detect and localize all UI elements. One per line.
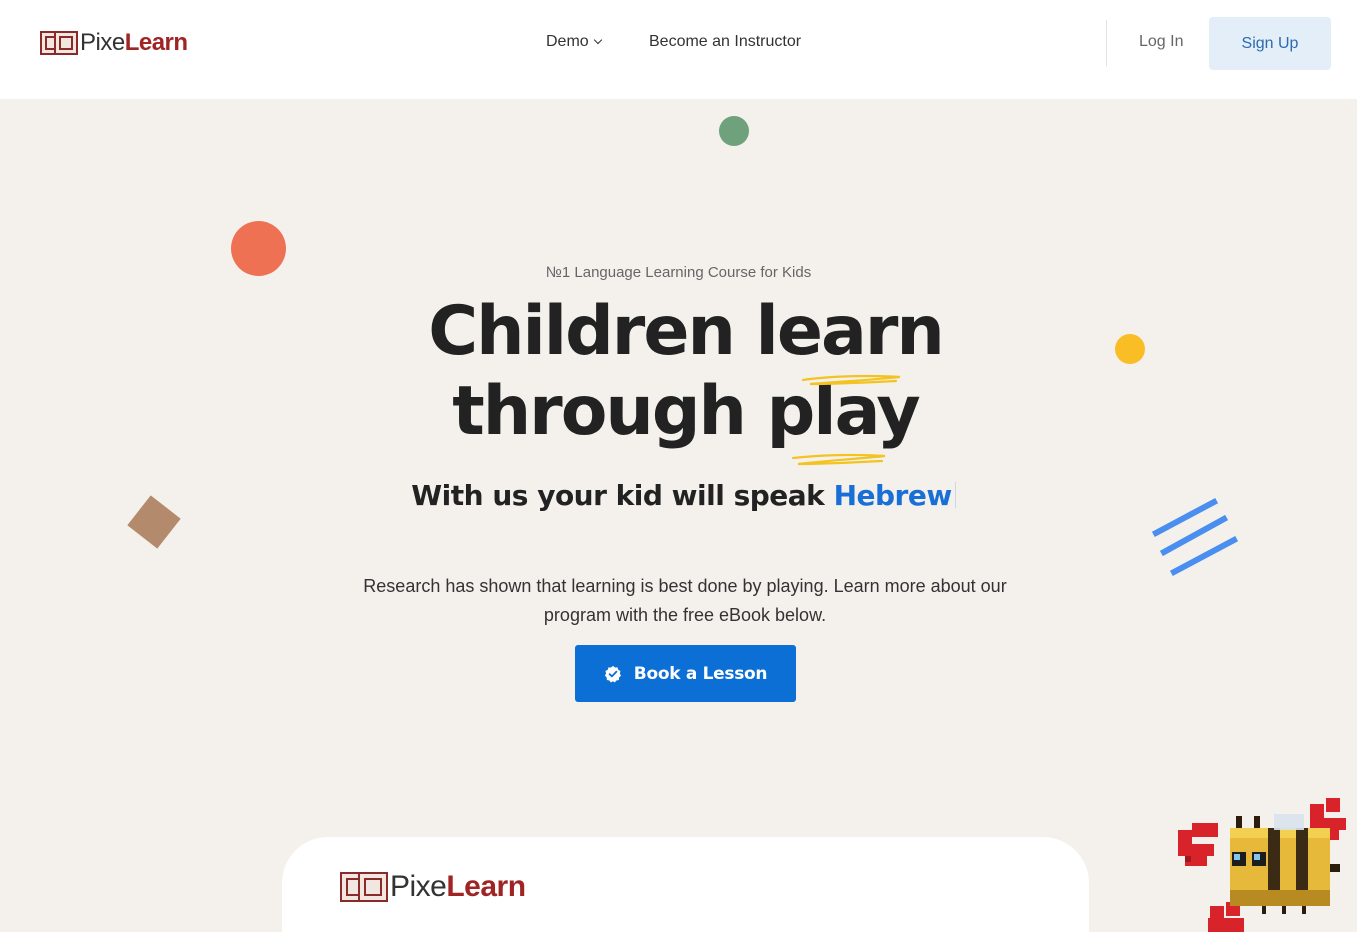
ebook-card: PixeLearn — [282, 837, 1089, 932]
hero-headline-line2: through play — [0, 378, 1357, 446]
pixelearn-logo-icon — [40, 27, 78, 59]
chevron-down-icon — [593, 35, 602, 45]
pixel-bee-icon — [1178, 798, 1346, 932]
yellow-scribble-bottom — [791, 453, 886, 466]
site-logo[interactable]: PixeLearn — [40, 26, 188, 60]
subhead-prefix: With us your kid will speak — [411, 479, 834, 512]
hero-headline-line1: Children learn — [428, 292, 945, 371]
hero-eyebrow: №1 Language Learning Course for Kids — [545, 264, 812, 281]
pixelearn-logo-icon — [340, 867, 388, 907]
book-lesson-button[interactable]: Book a Lesson — [575, 645, 796, 702]
nav-demo-label: Demo — [546, 33, 589, 50]
verified-check-icon — [604, 665, 621, 682]
yellow-scribble-top — [801, 374, 901, 386]
hero-description: Research has shown that learning is best… — [363, 576, 1007, 625]
subhead-language: Hebrew — [833, 479, 953, 512]
card-logo: PixeLearn — [340, 867, 526, 907]
signup-button[interactable]: Sign Up — [1209, 17, 1331, 70]
site-header: PixeLearn Demo Become an Instructor Log … — [0, 0, 1357, 99]
nav-demo-dropdown[interactable]: Demo — [546, 33, 602, 51]
typing-caret — [954, 482, 956, 508]
logo-wordmark: PixeLearn — [80, 29, 188, 56]
book-lesson-label: Book a Lesson — [633, 663, 768, 684]
hero-subheadline: With us your kid will speak Hebrew — [0, 479, 1357, 512]
headline-through: through — [452, 372, 767, 451]
decorative-green-circle — [719, 116, 749, 146]
login-link[interactable]: Log In — [1139, 33, 1183, 51]
header-divider — [1106, 20, 1107, 66]
card-logo-wordmark: PixeLearn — [390, 870, 526, 903]
nav-become-instructor[interactable]: Become an Instructor — [649, 33, 801, 51]
